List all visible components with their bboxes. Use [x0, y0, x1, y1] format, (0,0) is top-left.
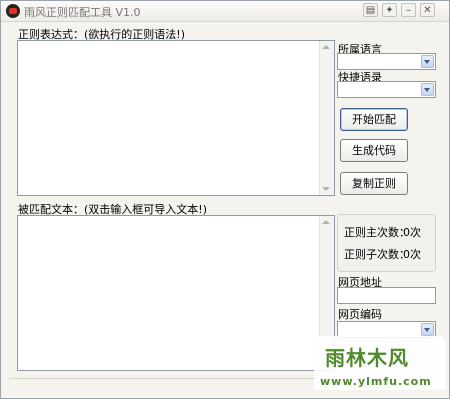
encoding-label: 网页编码 [338, 308, 382, 321]
title-bar: 雨风正则匹配工具 V1.0 ▤ ✦ – ✕ [1, 1, 449, 22]
main-count-label: 正则主次数： [344, 226, 410, 239]
scroll-up-icon[interactable] [322, 220, 330, 224]
copy-regex-button[interactable]: 复制正则 [340, 172, 408, 195]
regex-textarea[interactable] [17, 40, 335, 196]
snippets-select[interactable] [337, 81, 436, 98]
window-title: 雨风正则匹配工具 V1.0 [24, 6, 141, 19]
close-icon[interactable]: ✕ [420, 3, 435, 17]
settings-icon[interactable]: ✦ [382, 3, 397, 17]
stats-group: 正则主次数： 0次 正则子次数： 0次 [337, 214, 436, 272]
watermark-url: www.ylmfu.com [320, 375, 432, 388]
chevron-down-icon[interactable] [421, 83, 434, 96]
app-logo-icon [6, 4, 20, 18]
sub-count-label: 正则子次数： [344, 248, 410, 261]
minimize-icon[interactable]: – [401, 3, 416, 17]
menu-icon[interactable]: ▤ [363, 3, 378, 17]
main-count-value: 0次 [403, 226, 421, 239]
language-select[interactable] [337, 53, 436, 70]
watermark-logo: 雨林木风 www.ylmfu.com [310, 330, 450, 399]
start-match-button[interactable]: 开始匹配 [340, 108, 408, 131]
sub-count-value: 0次 [403, 248, 421, 261]
generate-code-button[interactable]: 生成代码 [340, 139, 408, 162]
target-textarea[interactable] [17, 215, 335, 371]
chevron-down-icon[interactable] [421, 55, 434, 68]
scroll-down-icon[interactable] [322, 187, 330, 191]
url-input[interactable] [337, 287, 436, 304]
regex-scrollbar[interactable] [319, 41, 334, 195]
scroll-up-icon[interactable] [322, 45, 330, 49]
watermark-text: 雨林木风 [325, 346, 409, 370]
